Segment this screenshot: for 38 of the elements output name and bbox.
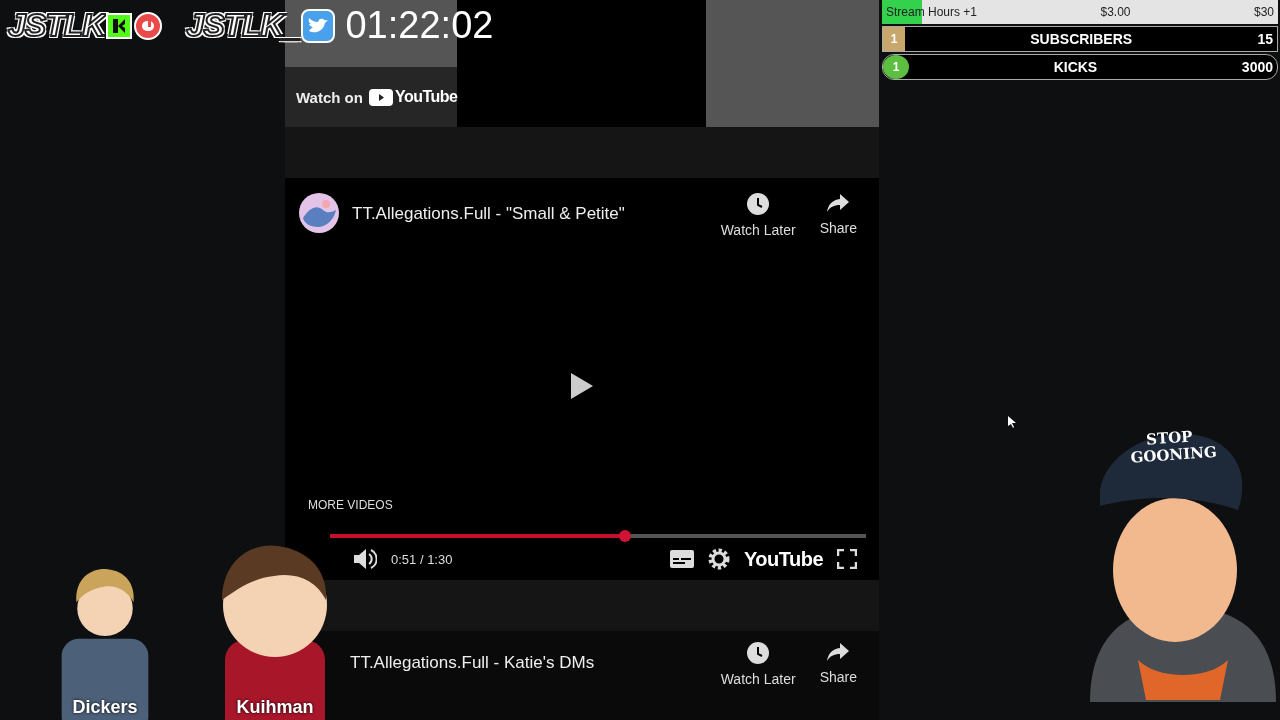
cursor-icon — [1008, 416, 1016, 428]
goal-target: $30 — [1253, 5, 1274, 19]
more-videos-label[interactable]: MORE VIDEOS — [308, 498, 393, 512]
counter-label: SUBSCRIBERS — [1029, 31, 1134, 47]
progress-handle[interactable] — [618, 530, 631, 542]
time-display: 0:51 / 1:30 — [391, 551, 454, 567]
video-title[interactable]: TT.Allegations.Full - "Small & Petite" — [352, 192, 703, 224]
counter-value: 15 — [1257, 31, 1273, 47]
clock-icon — [746, 641, 771, 665]
channel-name: JSTLK — [8, 7, 105, 44]
bird-icon — [301, 8, 336, 43]
play-icon[interactable] — [571, 373, 593, 399]
play-logo-icon — [368, 88, 393, 106]
badges-icon — [106, 10, 163, 41]
youtube-logo[interactable]: YouTube — [743, 547, 823, 571]
clock-icon — [746, 192, 771, 216]
volume-icon[interactable] — [353, 548, 377, 570]
counter-label: KICKS — [1052, 59, 1099, 75]
character-name: Dickers — [72, 697, 138, 718]
video-title[interactable]: TT.Allegations.Full - Katie's DMs — [350, 641, 703, 673]
count-badge: 1 — [883, 55, 909, 79]
subtitles-icon[interactable] — [669, 550, 694, 568]
channel-avatar-icon — [298, 192, 340, 234]
settings-icon[interactable] — [707, 548, 730, 570]
counter-value: 3000 — [1241, 59, 1273, 75]
watch-later-button[interactable]: Watch Later — [714, 641, 802, 687]
share-icon — [826, 192, 851, 214]
count-badge: 1 — [883, 27, 905, 51]
stream-timer: 01:22:02 — [345, 4, 494, 47]
watch-on-youtube-button[interactable]: Watch on YouTube — [285, 67, 457, 127]
share-icon — [826, 641, 851, 663]
channel-name: JSTLK_ — [186, 7, 300, 44]
goal-amount: $3.00 — [1100, 5, 1131, 19]
share-button[interactable]: Share — [813, 641, 863, 685]
watch-later-button[interactable]: Watch Later — [714, 192, 802, 238]
character-name: Kuihman — [236, 697, 314, 718]
share-button[interactable]: Share — [813, 192, 863, 236]
fullscreen-icon[interactable] — [837, 549, 857, 569]
